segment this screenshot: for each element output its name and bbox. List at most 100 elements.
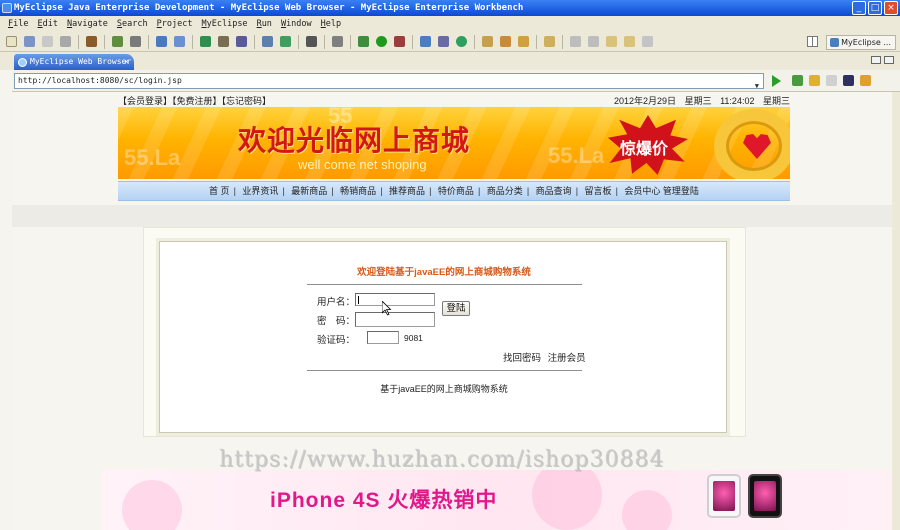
folder-icon[interactable] xyxy=(482,36,493,47)
stop-icon[interactable] xyxy=(843,75,854,86)
window-title: MyEclipse Java Enterprise Development - … xyxy=(14,3,524,13)
new-project-icon[interactable] xyxy=(200,36,211,47)
url-watermark: https://www.huzhan.com/ishop30884 xyxy=(219,447,665,472)
toolbar-separator xyxy=(350,34,351,49)
back-arrow-icon[interactable] xyxy=(606,36,617,47)
close-button[interactable]: × xyxy=(884,1,898,15)
menu-navigate[interactable]: Navigate xyxy=(67,16,108,32)
forgot-password-link[interactable]: 找回密码 xyxy=(503,353,541,364)
task-icon[interactable] xyxy=(544,36,555,47)
toolbar-separator xyxy=(536,34,537,49)
camera-icon[interactable] xyxy=(306,36,317,47)
save-all-icon[interactable] xyxy=(42,36,53,47)
package-icon[interactable] xyxy=(86,36,97,47)
login-footer: 基于javaEE的网上商城购物系统 xyxy=(380,384,508,394)
globe-icon[interactable] xyxy=(236,36,247,47)
window-title-bar[interactable]: MyEclipse Java Enterprise Development - … xyxy=(0,0,900,16)
nav-home[interactable]: 首 页 xyxy=(209,186,230,196)
debug-icon[interactable] xyxy=(358,36,369,47)
date-time: 2012年2月29日 星期三 11:24:02 星期三 xyxy=(608,94,790,108)
annotation-icon[interactable] xyxy=(588,36,599,47)
menu-edit[interactable]: Edit xyxy=(37,16,57,32)
deploy-icon[interactable] xyxy=(130,36,141,47)
open-folder-icon[interactable] xyxy=(518,36,529,47)
main-toolbar xyxy=(0,32,900,52)
nav-guestbook[interactable]: 留言板 xyxy=(585,186,612,196)
register-link[interactable]: 注册会员 xyxy=(548,353,586,364)
open-type-icon[interactable] xyxy=(174,36,185,47)
nav-product-search[interactable]: 商品查询 xyxy=(536,186,572,196)
maximize-button[interactable]: □ xyxy=(868,1,882,15)
menu-search[interactable]: Search xyxy=(117,16,148,32)
dropdown-icon[interactable] xyxy=(218,36,229,47)
nav-separator: | xyxy=(282,186,285,196)
perspective-switcher[interactable]: MyEclipse ... xyxy=(826,35,896,50)
open-perspective-icon[interactable] xyxy=(807,36,818,47)
url-input[interactable]: http://localhost:8080/sc/login.jsp ▼ xyxy=(14,73,764,90)
open-file-icon[interactable] xyxy=(420,36,431,47)
refresh-icon[interactable] xyxy=(456,36,467,47)
forward-icon[interactable] xyxy=(826,75,837,86)
banner-title: 欢迎光临网上商城 xyxy=(238,126,471,157)
brush-icon[interactable] xyxy=(500,36,511,47)
database-icon[interactable] xyxy=(262,36,273,47)
new-icon[interactable] xyxy=(6,36,17,47)
settings-icon[interactable] xyxy=(792,75,803,86)
save-icon[interactable] xyxy=(24,36,35,47)
menu-help[interactable]: Help xyxy=(321,16,341,32)
open-resource-icon[interactable] xyxy=(438,36,449,47)
browser-viewport: 【会员登录】【免费注册】【忘记密码】 2012年2月29日 星期三 11:24:… xyxy=(12,92,892,530)
banner-logo-watermark: 55.La xyxy=(548,143,605,168)
ad-decoration xyxy=(122,480,182,530)
tools-icon[interactable] xyxy=(332,36,343,47)
nav-separator: | xyxy=(233,186,236,196)
menu-window[interactable]: Window xyxy=(281,16,312,32)
nav-industry-news[interactable]: 业界资讯 xyxy=(242,186,278,196)
wizard-icon[interactable] xyxy=(156,36,167,47)
add-icon[interactable] xyxy=(280,36,291,47)
username-input[interactable] xyxy=(355,293,435,306)
phone-screen xyxy=(754,481,776,511)
phone-screen xyxy=(713,481,735,511)
minimize-button[interactable]: _ xyxy=(852,1,866,15)
vertical-scrollbar[interactable] xyxy=(892,92,900,530)
site-nav: 首 页 | 业界资讯 | 最新商品 | 畅销商品 | 推荐商品 | 特价商品 | 商品分类 |… xyxy=(118,181,790,201)
edit-icon[interactable] xyxy=(570,36,581,47)
tab-label: MyEclipse Web Browser xyxy=(30,57,132,66)
nav-new-products[interactable]: 最新商品 xyxy=(291,186,327,196)
menu-run[interactable]: Run xyxy=(257,16,272,32)
print-icon[interactable] xyxy=(60,36,71,47)
minimize-view-icon[interactable] xyxy=(871,56,881,64)
url-dropdown-icon[interactable]: ▼ xyxy=(755,79,759,93)
password-input[interactable] xyxy=(355,312,435,327)
menu-project[interactable]: Project xyxy=(157,16,193,32)
refresh-page-icon[interactable] xyxy=(860,75,871,86)
browser-address-row: http://localhost:8080/sc/login.jsp ▼ xyxy=(12,70,900,92)
ad-banner[interactable]: iPhone 4S 火爆热销中 xyxy=(102,470,892,530)
maximize-view-icon[interactable] xyxy=(884,56,894,64)
captcha-code: 9081 xyxy=(404,333,423,343)
nav-member-admin[interactable]: 会员中心 管理登陆 xyxy=(624,186,699,196)
run-icon[interactable] xyxy=(376,36,387,47)
nav-categories[interactable]: 商品分类 xyxy=(487,186,523,196)
captcha-input[interactable] xyxy=(367,331,399,344)
back-icon[interactable] xyxy=(809,75,820,86)
menu-myeclipse[interactable]: MyEclipse xyxy=(201,16,247,32)
login-button[interactable]: 登陆 xyxy=(442,301,470,316)
weekday-text: 星期三 xyxy=(684,96,712,106)
site-banner: 55 55.La 55.La 欢迎光临网上商城 well come net sh… xyxy=(118,107,790,179)
close-tab-icon[interactable]: × xyxy=(124,54,129,70)
nav-recommended[interactable]: 推荐商品 xyxy=(389,186,425,196)
go-icon[interactable] xyxy=(772,75,781,87)
menu-file[interactable]: File xyxy=(8,16,28,32)
toolbar-separator xyxy=(78,34,79,49)
nav-bestsellers[interactable]: 畅销商品 xyxy=(340,186,376,196)
nav-specials[interactable]: 特价商品 xyxy=(438,186,474,196)
member-links[interactable]: 【会员登录】【免费注册】【忘记密码】 xyxy=(118,94,271,108)
server-icon[interactable] xyxy=(112,36,123,47)
external-tools-icon[interactable] xyxy=(394,36,405,47)
tab-web-browser[interactable]: MyEclipse Web Browser × xyxy=(14,54,134,70)
text-caret xyxy=(358,296,359,304)
forward-arrow-icon[interactable] xyxy=(642,36,653,47)
history-arrow-icon[interactable] xyxy=(624,36,635,47)
